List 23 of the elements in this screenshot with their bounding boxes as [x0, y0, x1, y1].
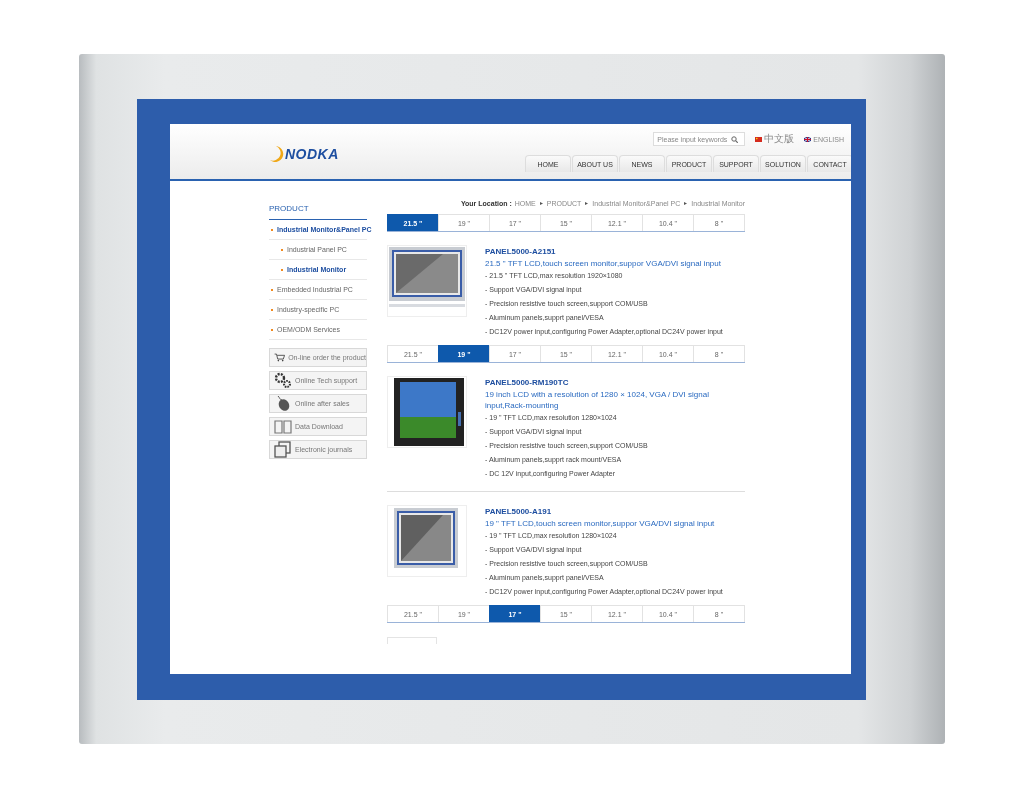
product-model-link[interactable]: PANEL5000-A2151	[485, 247, 745, 256]
product-title-link[interactable]: 19 " TFT LCD,touch screen monitor,suppor VGA/DVI signal input	[485, 518, 745, 529]
chevron-icon	[538, 200, 544, 206]
flag-icon	[804, 136, 812, 142]
book-icon	[274, 418, 292, 435]
panel-monitor-photo[interactable]	[387, 245, 467, 317]
search-icon	[731, 135, 739, 143]
rack-monitor-photo[interactable]	[387, 376, 467, 448]
chevron-icon	[584, 200, 590, 206]
flag-icon	[755, 136, 763, 142]
sidebar-heading: PRODUCT	[269, 204, 367, 220]
panel-monitor-photo[interactable]	[387, 505, 467, 577]
product-model-link[interactable]: PANEL5000-A191	[485, 507, 745, 516]
language-link[interactable]: 中文版	[764, 132, 795, 146]
gears-icon	[274, 372, 292, 389]
card-edge	[387, 637, 437, 644]
product-title-link[interactable]: 19 inch LCD with a resolution of 1280 × 1024, VGA / DVI signal input,Rack-mounting	[485, 389, 745, 411]
logo-wordmark: NODKA	[285, 146, 339, 162]
crescent-logo-icon	[268, 145, 284, 163]
product-title-link[interactable]: 21.5 " TFT LCD,touch screen monitor,suppor VGA/DVI signal input	[485, 258, 745, 269]
pages-icon	[274, 441, 292, 458]
chevron-icon	[683, 200, 689, 206]
product-model-link[interactable]: PANEL5000-RM190TC	[485, 378, 745, 387]
